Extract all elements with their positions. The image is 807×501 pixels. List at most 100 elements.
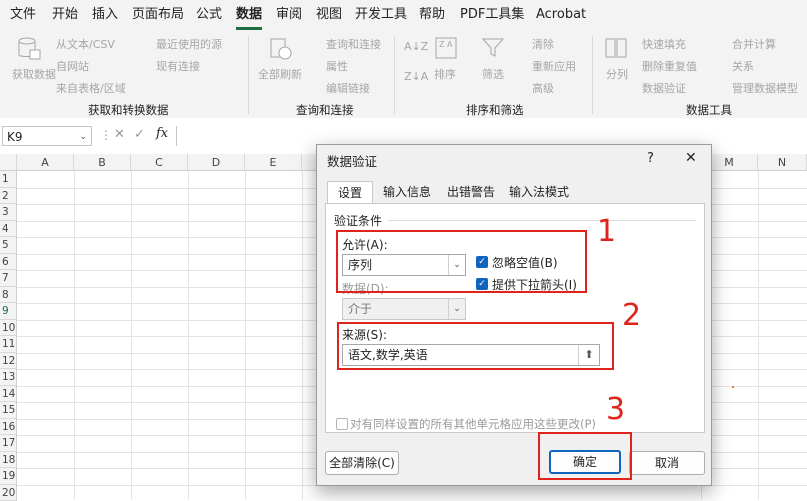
refresh-all-icon xyxy=(268,36,294,62)
sort-az-icon[interactable]: A↓Z xyxy=(404,40,428,53)
sort-za-icon[interactable]: Z↓A xyxy=(404,70,428,83)
ribbon-separator xyxy=(248,36,249,114)
menu-pdf-tools[interactable]: PDF工具集 xyxy=(460,0,524,30)
row-header[interactable]: 3 xyxy=(0,204,17,221)
get-data-button[interactable]: 获取数据 xyxy=(12,66,56,82)
clear-filter-button[interactable]: 清除 xyxy=(532,36,554,52)
annotation-number-3: 3 xyxy=(606,392,625,427)
column-header-n[interactable]: N xyxy=(758,154,807,171)
annotation-box-2 xyxy=(337,322,614,370)
menu-home[interactable]: 开始 xyxy=(52,0,78,30)
row-header[interactable]: 19 xyxy=(0,468,17,485)
tab-error-alert[interactable]: 出错警告 xyxy=(441,181,501,204)
recent-sources-button[interactable]: 最近使用的源 xyxy=(156,36,222,52)
row-header[interactable]: 6 xyxy=(0,254,17,271)
row-header[interactable]: 18 xyxy=(0,452,17,469)
tab-ime-mode[interactable]: 输入法模式 xyxy=(503,181,575,204)
column-header-e[interactable]: E xyxy=(245,154,302,171)
close-icon[interactable]: ✕ xyxy=(685,150,697,166)
group-label-get-transform: 获取和转换数据 xyxy=(88,102,169,118)
text-to-columns-button[interactable]: 分列 xyxy=(606,66,628,82)
row-header[interactable]: 7 xyxy=(0,270,17,287)
menu-formulas[interactable]: 公式 xyxy=(196,0,222,30)
tab-settings[interactable]: 设置 xyxy=(327,181,373,204)
edit-links-button[interactable]: 编辑链接 xyxy=(326,80,370,96)
from-web-button[interactable]: 自网站 xyxy=(56,58,89,74)
annotation-number-1: 1 xyxy=(597,214,616,249)
refresh-all-button[interactable]: 全部刷新 xyxy=(258,66,302,82)
menu-developer[interactable]: 开发工具 xyxy=(355,0,407,30)
remove-duplicates-button[interactable]: 删除重复值 xyxy=(642,58,697,74)
row-header-selected[interactable]: 9 xyxy=(0,303,17,320)
help-icon[interactable]: ? xyxy=(647,151,654,166)
from-table-range-button[interactable]: 来自表格/区域 xyxy=(56,80,126,96)
row-header[interactable]: 10 xyxy=(0,320,17,337)
column-header-b[interactable]: B xyxy=(74,154,131,171)
name-box[interactable]: K9 ⌄ xyxy=(2,126,92,146)
dialog-title: 数据验证 xyxy=(327,151,377,170)
row-header[interactable]: 5 xyxy=(0,237,17,254)
filter-button[interactable]: 筛选 xyxy=(482,66,504,82)
database-icon xyxy=(16,36,42,62)
reapply-button[interactable]: 重新应用 xyxy=(532,58,576,74)
from-text-csv-button[interactable]: 从文本/CSV xyxy=(56,36,115,52)
row-header[interactable]: 20 xyxy=(0,485,17,501)
name-box-value: K9 xyxy=(7,130,23,144)
more-options-icon: ⋮ xyxy=(100,128,112,142)
flash-fill-button[interactable]: 快速填充 xyxy=(642,36,686,52)
row-header[interactable]: 1 xyxy=(0,171,17,188)
menu-acrobat[interactable]: Acrobat xyxy=(536,0,586,30)
data-select-value: 介于 xyxy=(348,302,372,316)
menu-help[interactable]: 帮助 xyxy=(419,0,445,30)
row-header[interactable]: 14 xyxy=(0,386,17,403)
queries-connections-button[interactable]: 查询和连接 xyxy=(326,36,381,52)
sort-icon: Z A xyxy=(434,36,458,60)
row-header[interactable]: 12 xyxy=(0,353,17,370)
row-header[interactable]: 8 xyxy=(0,287,17,304)
menu-data[interactable]: 数据 xyxy=(236,0,262,30)
sort-button[interactable]: 排序 xyxy=(434,66,456,82)
chevron-down-icon[interactable]: ⌄ xyxy=(79,127,87,147)
row-header[interactable]: 17 xyxy=(0,435,17,452)
properties-button[interactable]: 属性 xyxy=(326,58,348,74)
data-select: 介于 ⌄ xyxy=(342,298,466,320)
annotation-number-2: 2 xyxy=(622,298,641,333)
row-header[interactable]: 4 xyxy=(0,221,17,238)
ribbon-separator xyxy=(394,36,395,114)
apply-all-checkbox[interactable] xyxy=(336,418,348,430)
data-validation-button[interactable]: 数据验证 xyxy=(642,80,686,96)
consolidate-button[interactable]: 合并计算 xyxy=(732,36,776,52)
column-header-c[interactable]: C xyxy=(131,154,188,171)
menu-page-layout[interactable]: 页面布局 xyxy=(132,0,184,30)
menu-insert[interactable]: 插入 xyxy=(92,0,118,30)
clear-all-button[interactable]: 全部清除(C) xyxy=(325,451,399,475)
existing-connections-button[interactable]: 现有连接 xyxy=(156,58,200,74)
tab-input-message[interactable]: 输入信息 xyxy=(377,181,437,204)
annotation-box-3 xyxy=(538,432,632,480)
row-header[interactable]: 2 xyxy=(0,188,17,205)
menu-file[interactable]: 文件 xyxy=(10,0,36,30)
filter-icon xyxy=(481,36,505,60)
row-header[interactable]: 16 xyxy=(0,419,17,436)
cancel-icon[interactable]: ✕ xyxy=(114,127,125,142)
row-header[interactable]: 11 xyxy=(0,336,17,353)
group-label-data-tools: 数据工具 xyxy=(686,102,732,118)
column-header-d[interactable]: D xyxy=(188,154,245,171)
text-to-columns-icon xyxy=(604,36,628,60)
section-label: 验证条件 xyxy=(334,212,382,229)
menu-view[interactable]: 视图 xyxy=(316,0,342,30)
row-header[interactable]: 13 xyxy=(0,369,17,386)
cancel-button[interactable]: 取消 xyxy=(629,451,705,475)
select-all-corner[interactable] xyxy=(0,154,17,171)
insert-function-icon[interactable]: fx xyxy=(156,126,168,141)
menu-review[interactable]: 审阅 xyxy=(276,0,302,30)
apply-all-label[interactable]: 对有同样设置的所有其他单元格应用这些更改(P) xyxy=(350,416,596,432)
manage-data-model-button[interactable]: 管理数据模型 xyxy=(732,80,798,96)
column-header-a[interactable]: A xyxy=(17,154,74,171)
relationships-button[interactable]: 关系 xyxy=(732,58,754,74)
section-divider xyxy=(388,220,696,221)
confirm-icon[interactable]: ✓ xyxy=(134,127,145,142)
row-header[interactable]: 15 xyxy=(0,402,17,419)
formula-input[interactable] xyxy=(176,126,807,146)
advanced-filter-button[interactable]: 高级 xyxy=(532,80,554,96)
